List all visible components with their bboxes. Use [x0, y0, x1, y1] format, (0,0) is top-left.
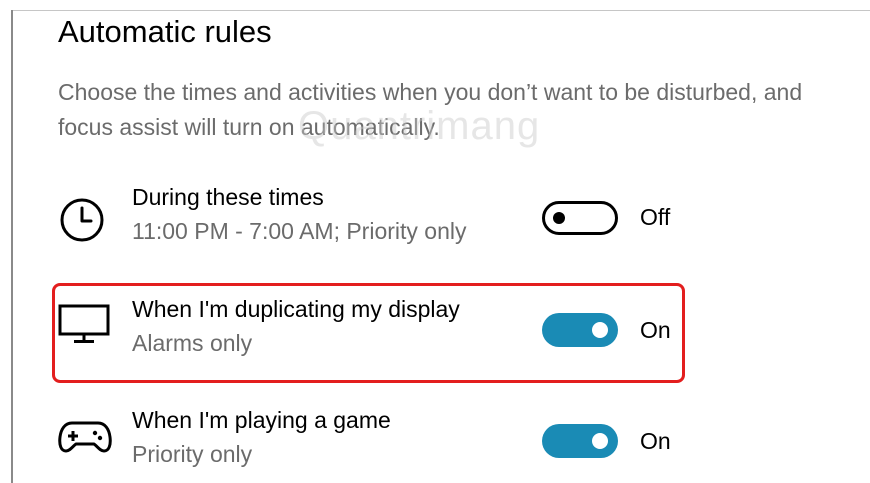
toggle-knob	[592, 433, 608, 449]
rule-title: During these times	[132, 184, 324, 210]
rule-subtitle[interactable]: 11:00 PM - 7:00 AM; Priority only	[132, 218, 467, 245]
rule-toggle-switch[interactable]	[542, 313, 618, 347]
rule-title: When I'm playing a game	[132, 407, 391, 433]
clock-icon	[58, 196, 106, 249]
window-left-border	[11, 10, 13, 483]
toggle-knob	[592, 322, 608, 338]
monitor-icon	[58, 304, 110, 349]
rule-subtitle[interactable]: Priority only	[132, 441, 252, 468]
rule-toggle-switch[interactable]	[542, 201, 618, 235]
gamepad-icon	[58, 417, 112, 462]
rule-during-these-times[interactable]: During these times 11:00 PM - 7:00 AM; P…	[58, 184, 698, 254]
rule-toggle-switch[interactable]	[542, 424, 618, 458]
toggle-state-label: On	[640, 317, 671, 343]
toggle-state-label: Off	[640, 204, 671, 230]
rule-subtitle[interactable]: Alarms only	[132, 330, 252, 357]
watermark-logo: Quantrimang	[298, 104, 541, 148]
rule-duplicating-display[interactable]: When I'm duplicating my display Alarms o…	[58, 296, 698, 366]
section-title: Automatic rules	[58, 14, 272, 49]
rule-title: When I'm duplicating my display	[132, 296, 460, 322]
toggle-state-label: On	[640, 428, 671, 454]
rule-playing-game[interactable]: When I'm playing a game Priority only On	[58, 407, 698, 477]
window-top-border	[11, 10, 870, 11]
toggle-knob	[553, 212, 565, 224]
